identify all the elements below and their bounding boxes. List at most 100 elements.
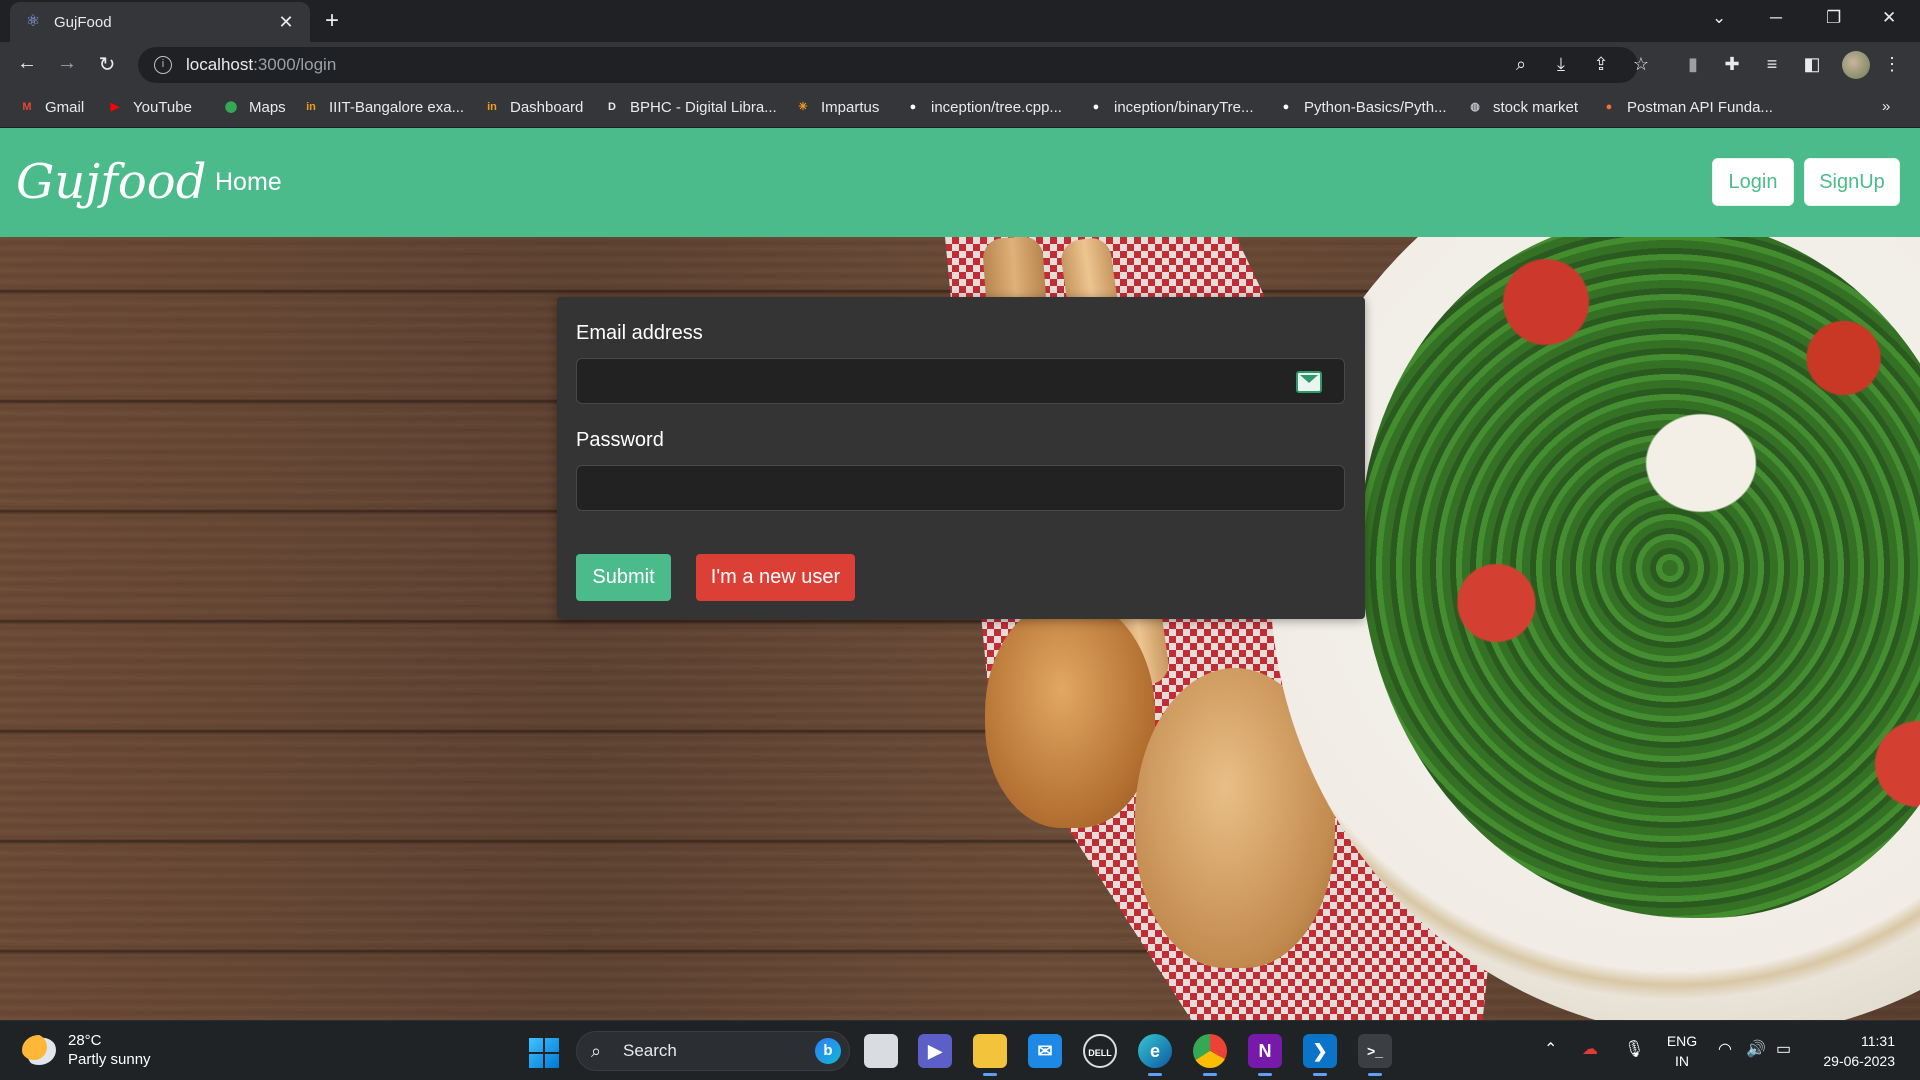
date: 29-06-2023 xyxy=(1823,1053,1895,1069)
bookmark-item[interactable]: in Dashboard xyxy=(483,98,583,116)
restore-button[interactable]: ❐ xyxy=(1826,8,1841,28)
library-icon: D xyxy=(608,101,616,113)
share-icon[interactable]: ⇪ xyxy=(1589,54,1613,75)
bookmark-label: inception/binaryTre... xyxy=(1114,98,1254,116)
weather-text: Partly sunny xyxy=(68,1051,151,1068)
bookmark-item[interactable]: D BPHC - Digital Libra... xyxy=(603,98,777,116)
bookmark-item[interactable]: ▶ YouTube xyxy=(106,98,192,116)
new-tab-button[interactable]: + xyxy=(325,8,339,34)
bookmark-item[interactable]: M Gmail xyxy=(18,98,84,116)
close-window-button[interactable]: ✕ xyxy=(1882,8,1896,28)
site-navbar: Gujfood Home Login SignUp xyxy=(0,128,1920,237)
profile-avatar[interactable] xyxy=(1842,51,1870,79)
start-button[interactable] xyxy=(529,1038,559,1068)
bookmark-item[interactable]: ● Postman API Funda... xyxy=(1600,98,1773,116)
bookmark-label: Python-Basics/Pyth... xyxy=(1304,98,1447,116)
extension-icon[interactable]: ▮ xyxy=(1681,54,1705,75)
file-explorer-icon[interactable] xyxy=(973,1034,1007,1076)
bookmark-item[interactable]: ◍ stock market xyxy=(1466,98,1578,116)
github-icon: ● xyxy=(1092,101,1100,113)
battery-icon[interactable]: ▭ xyxy=(1776,1039,1791,1059)
tab-title: GujFood xyxy=(54,13,112,31)
bookmark-item[interactable]: ● inception/tree.cpp... xyxy=(904,98,1062,116)
temperature: 28°C xyxy=(68,1032,102,1049)
bookmark-star-icon[interactable]: ☆ xyxy=(1629,54,1653,75)
bookmark-item[interactable]: ● inception/binaryTre... xyxy=(1087,98,1254,116)
lang-top: ENG xyxy=(1666,1033,1698,1049)
maps-icon: ⬤ xyxy=(224,101,238,113)
show-hidden-icons-icon[interactable]: ⌃ xyxy=(1544,1039,1557,1059)
chrome-icon[interactable] xyxy=(1193,1034,1227,1076)
bookmark-item[interactable]: ⬤ Maps xyxy=(222,98,286,116)
address-bar[interactable]: i localhost:3000/login xyxy=(138,47,1638,83)
wifi-icon[interactable]: ◠ xyxy=(1718,1039,1732,1059)
teams-chat-icon[interactable]: ▶ xyxy=(918,1034,952,1068)
bookmark-item[interactable]: in IIIT-Bangalore exa... xyxy=(302,98,464,116)
bookmarks-bar: M Gmail ▶ YouTube ⬤ Maps in IIIT-Bangalore exa.… xyxy=(0,88,1920,128)
taskbar-search[interactable]: ⌕ Search b xyxy=(576,1031,850,1071)
password-field[interactable] xyxy=(576,465,1345,511)
onedrive-icon[interactable]: ☁ xyxy=(1582,1039,1598,1059)
mail-icon[interactable]: ✉ xyxy=(1028,1034,1062,1068)
impartus-star-icon: ✳ xyxy=(798,101,808,113)
zoom-search-icon[interactable]: ⌕ xyxy=(1509,54,1533,75)
brand-logo[interactable]: Gujfood xyxy=(16,154,206,210)
edge-icon[interactable]: e xyxy=(1138,1034,1172,1076)
dell-icon[interactable]: DELL xyxy=(1083,1034,1117,1068)
microphone-icon[interactable]: 🎙 xyxy=(1624,1039,1644,1059)
close-tab-icon[interactable]: ✕ xyxy=(276,12,296,33)
reload-button[interactable]: ↻ xyxy=(93,52,121,77)
bookmark-label: Gmail xyxy=(45,98,85,116)
terminal-icon[interactable]: >_ xyxy=(1358,1034,1392,1076)
tab-search-chevron-icon[interactable]: ⌄ xyxy=(1712,8,1726,28)
lang-bottom: IN xyxy=(1675,1053,1689,1069)
install-app-icon[interactable]: ⤓ xyxy=(1549,54,1573,75)
bookmark-label: YouTube xyxy=(133,98,192,116)
back-button[interactable]: ← xyxy=(13,52,41,75)
bookmark-item[interactable]: ● Python-Basics/Pyth... xyxy=(1277,98,1447,116)
weather-widget[interactable]: 28°C Partly sunny xyxy=(22,1031,151,1069)
bookmark-label: IIIT-Bangalore exa... xyxy=(329,98,465,116)
email-field[interactable] xyxy=(576,358,1345,404)
more-bookmarks-button[interactable]: » xyxy=(1882,98,1890,115)
browser-tab-bar: ⚛ GujFood ✕ + ⌄ ─ ❐ ✕ xyxy=(0,0,1920,42)
new-user-button[interactable]: I'm a new user xyxy=(696,554,855,601)
bookmark-label: inception/tree.cpp... xyxy=(931,98,1062,116)
bing-icon[interactable]: b xyxy=(815,1038,841,1064)
password-label: Password xyxy=(576,429,664,451)
youtube-icon: ▶ xyxy=(110,101,120,113)
volume-icon[interactable]: 🔊 xyxy=(1746,1039,1766,1059)
nav-home-link[interactable]: Home xyxy=(215,168,282,197)
impartus-icon: in xyxy=(306,101,316,113)
onenote-icon[interactable]: N xyxy=(1248,1034,1282,1076)
email-autofill-icon[interactable] xyxy=(1296,371,1322,393)
vscode-icon[interactable]: ❯ xyxy=(1303,1034,1337,1076)
browser-toolbar: ← → ↻ i localhost:3000/login ⌕ ⤓ ⇪ ☆ ▮ ✚… xyxy=(0,42,1920,88)
gmail-icon: M xyxy=(22,101,32,113)
submit-button[interactable]: Submit xyxy=(576,554,671,601)
clock[interactable]: 11:31 29-06-2023 xyxy=(1815,1031,1895,1071)
bookmark-item[interactable]: ✳ Impartus xyxy=(794,98,879,116)
search-label: Search xyxy=(623,1041,677,1060)
side-panel-icon[interactable]: ◧ xyxy=(1800,54,1824,75)
browser-tab[interactable]: ⚛ GujFood ✕ xyxy=(10,2,310,42)
site-info-icon[interactable]: i xyxy=(154,56,172,74)
login-form-card: Email address Password Submit I'm a new … xyxy=(557,297,1365,619)
language-indicator[interactable]: ENG IN xyxy=(1660,1031,1704,1071)
email-label: Email address xyxy=(576,322,703,344)
bookmark-label: Impartus xyxy=(821,98,880,116)
url-path: :3000/login xyxy=(253,55,337,74)
bookmark-label: Postman API Funda... xyxy=(1627,98,1773,116)
bookmark-label: stock market xyxy=(1493,98,1579,116)
github-icon: ● xyxy=(1282,101,1290,113)
search-icon: ⌕ xyxy=(591,1040,602,1061)
task-view-icon[interactable] xyxy=(864,1034,898,1068)
forward-button[interactable]: → xyxy=(53,52,81,75)
extensions-puzzle-icon[interactable]: ✚ xyxy=(1720,54,1744,75)
reading-list-icon[interactable]: ≡ xyxy=(1760,54,1784,75)
login-button[interactable]: Login xyxy=(1712,158,1794,206)
partly-sunny-icon xyxy=(22,1035,56,1065)
signup-button[interactable]: SignUp xyxy=(1804,158,1900,206)
minimize-button[interactable]: ─ xyxy=(1770,8,1782,28)
menu-kebab-icon[interactable]: ⋮ xyxy=(1880,54,1904,75)
